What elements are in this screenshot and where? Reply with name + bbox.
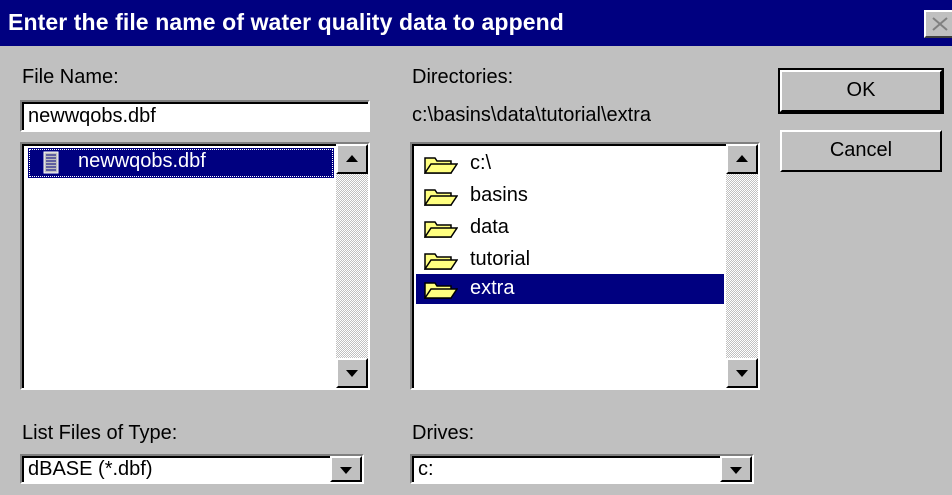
directory-item-label: tutorial (470, 248, 531, 270)
open-folder-icon (424, 282, 458, 299)
title-bar[interactable]: Enter the file name of water quality dat… (0, 0, 952, 46)
dialog-title: Enter the file name of water quality dat… (8, 9, 564, 35)
current-path: c:\basins\data\tutorial\extra (412, 104, 652, 126)
scroll-down-button[interactable] (726, 358, 758, 388)
directory-item-data[interactable]: data (416, 212, 726, 244)
directory-item-basins[interactable]: basins (416, 180, 726, 212)
file-list-scrollbar[interactable] (336, 144, 368, 388)
ok-button[interactable]: OK (778, 68, 944, 114)
open-folder-icon (424, 189, 458, 206)
drives-value: c: (418, 458, 434, 480)
file-type-value: dBASE (*.dbf) (28, 458, 153, 480)
arrow-up-icon (736, 155, 748, 162)
drives-dropdown-button[interactable] (720, 456, 752, 482)
directory-item-label: basins (470, 184, 528, 206)
open-folder-icon (424, 157, 458, 174)
open-folder-icon (424, 221, 458, 238)
cancel-button[interactable]: Cancel (780, 130, 942, 172)
directory-list[interactable]: c:\ basins data tutorial extra (410, 142, 760, 390)
directory-item-label: c:\ (470, 152, 492, 174)
close-button[interactable] (924, 10, 952, 38)
directory-item-c[interactable]: c:\ (416, 148, 726, 180)
directory-item-label: extra (470, 277, 515, 299)
file-list-item[interactable]: newwqobs.dbf (28, 148, 334, 178)
file-name-label: File Name: (22, 66, 119, 88)
directory-item-label: data (470, 216, 509, 238)
drives-select[interactable]: c: (410, 454, 754, 484)
open-folder-icon (424, 253, 458, 270)
directory-item-extra[interactable]: extra (416, 274, 724, 304)
file-type-select[interactable]: dBASE (*.dbf) (20, 454, 364, 484)
file-name-input-text: newwqobs.dbf (28, 105, 156, 127)
chevron-down-icon (340, 467, 352, 474)
file-list-item-label: newwqobs.dbf (78, 150, 206, 172)
arrow-down-icon (346, 370, 358, 377)
chevron-down-icon (730, 467, 742, 474)
scroll-up-button[interactable] (336, 144, 368, 174)
file-icon (43, 151, 59, 174)
arrow-down-icon (736, 370, 748, 377)
scroll-down-button[interactable] (336, 358, 368, 388)
directories-label: Directories: (412, 66, 514, 88)
file-open-dialog: Enter the file name of water quality dat… (0, 0, 952, 495)
scroll-up-button[interactable] (726, 144, 758, 174)
close-icon (932, 17, 948, 31)
drives-label: Drives: (412, 422, 475, 444)
file-type-label: List Files of Type: (22, 422, 178, 444)
file-name-input[interactable]: newwqobs.dbf (20, 100, 370, 132)
directory-list-scrollbar[interactable] (726, 144, 758, 388)
directory-item-tutorial[interactable]: tutorial (416, 244, 726, 276)
arrow-up-icon (346, 155, 358, 162)
file-type-dropdown-button[interactable] (330, 456, 362, 482)
file-list[interactable]: newwqobs.dbf (20, 142, 370, 390)
